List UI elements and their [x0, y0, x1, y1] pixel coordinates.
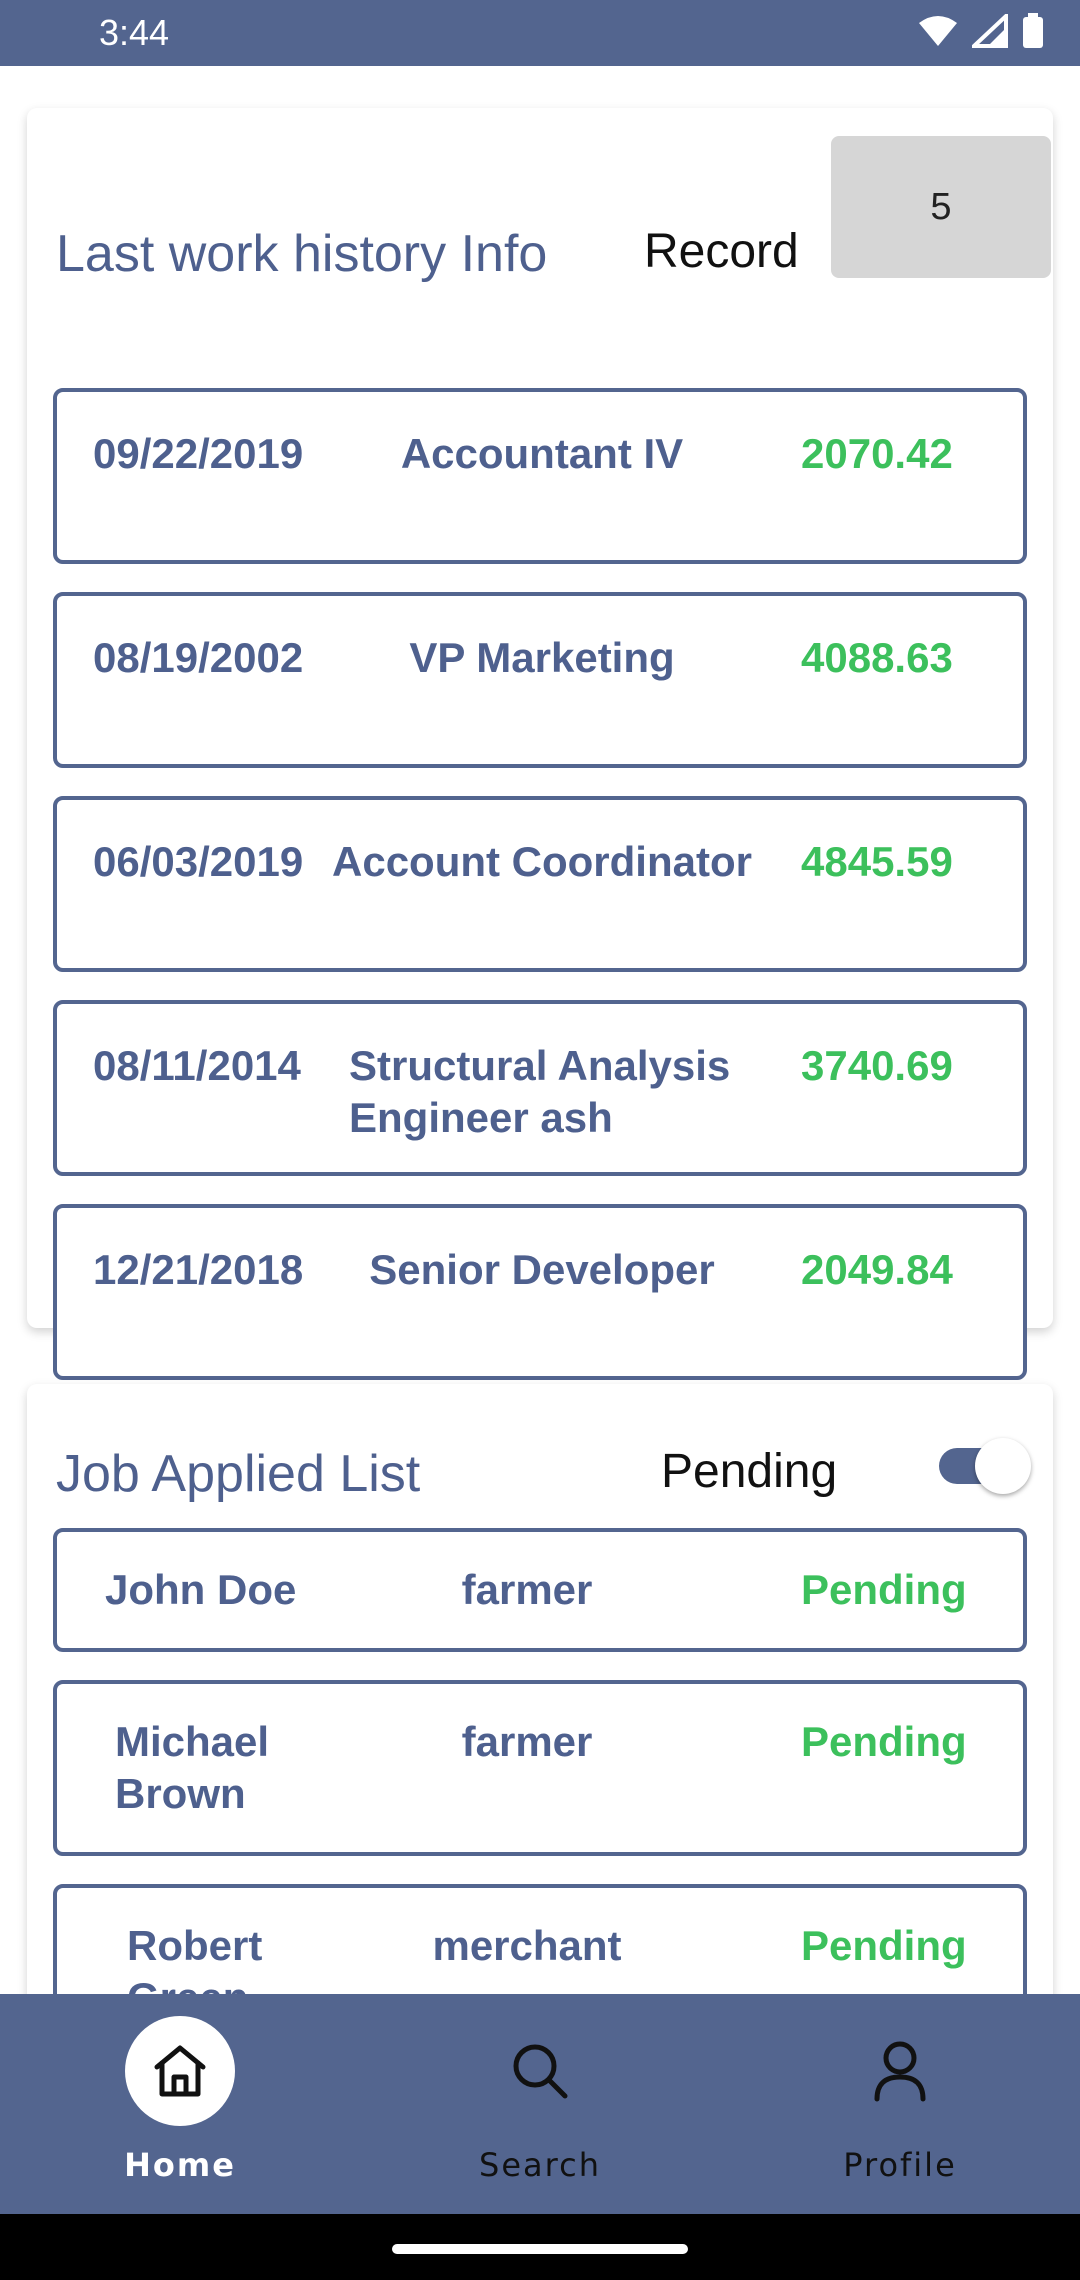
toggle-thumb	[975, 1438, 1031, 1494]
status-bar: 3:44	[0, 0, 1080, 66]
nav-profile[interactable]: Profile	[750, 1994, 1050, 2214]
main-content[interactable]: Last work history Info Record 5 09/22/20…	[0, 66, 1080, 1994]
job-status: Pending	[801, 1922, 967, 1969]
system-gesture-bar	[0, 2214, 1080, 2280]
job-title: merchant	[432, 1922, 622, 1969]
job-applied-card: Job Applied List Pending John Doe farmer…	[27, 1384, 1053, 1994]
status-time: 3:44	[99, 12, 170, 53]
history-row[interactable]: 08/11/2014 Structural Analysis Engineer …	[53, 1000, 1027, 1176]
history-date: 08/19/2002	[93, 634, 304, 681]
job-title: farmer	[461, 1718, 593, 1765]
search-icon	[485, 2016, 595, 2126]
history-position: Structural Analysis Engineer ash	[349, 1042, 731, 1141]
history-amount: 2070.42	[801, 430, 953, 477]
history-date: 12/21/2018	[93, 1246, 304, 1293]
history-date: 06/03/2019	[93, 838, 304, 885]
nav-search[interactable]: Search	[390, 1994, 690, 2214]
wifi-icon	[918, 14, 958, 53]
bottom-nav: Home Search Profile	[0, 1994, 1080, 2214]
history-amount: 4845.59	[801, 838, 953, 885]
history-row[interactable]: 08/19/2002 VP Marketing 4088.63	[53, 592, 1027, 768]
job-row[interactable]: John Doe farmer Pending	[53, 1528, 1027, 1652]
history-position: Accountant IV	[400, 430, 684, 477]
work-history-title: Last work history Info	[56, 225, 548, 283]
home-gesture-handle[interactable]	[392, 2244, 688, 2254]
job-title: farmer	[461, 1566, 593, 1613]
history-position: Account Coordinator	[332, 838, 752, 885]
job-row[interactable]: Robert Green merchant Pending	[53, 1884, 1027, 1994]
history-amount: 2049.84	[801, 1246, 953, 1293]
profile-icon	[845, 2016, 955, 2126]
history-position: VP Marketing	[409, 634, 675, 681]
record-label: Record	[644, 225, 799, 278]
job-applicant-name: John Doe	[105, 1566, 297, 1613]
job-row[interactable]: Michael Brown farmer Pending	[53, 1680, 1027, 1856]
work-history-card: Last work history Info Record 5 09/22/20…	[27, 108, 1053, 1380]
record-count-dropdown[interactable]: 5	[831, 136, 1051, 278]
battery-icon	[1022, 12, 1044, 54]
nav-home-label: Home	[124, 2146, 236, 2184]
history-row[interactable]: 09/22/2019 Accountant IV 2070.42	[53, 388, 1027, 564]
history-position: Senior Developer	[369, 1246, 715, 1293]
home-icon	[125, 2016, 235, 2126]
history-amount: 4088.63	[801, 634, 953, 681]
history-row[interactable]: 12/21/2018 Senior Developer 2049.84	[53, 1204, 1027, 1380]
job-applicant-name: Robert Green	[127, 1922, 263, 1994]
record-count-value: 5	[930, 185, 952, 228]
history-date: 09/22/2019	[93, 430, 304, 477]
job-applied-title: Job Applied List	[56, 1445, 421, 1503]
pending-toggle[interactable]	[939, 1436, 1031, 1496]
pending-filter-label: Pending	[661, 1445, 838, 1498]
nav-profile-label: Profile	[843, 2146, 957, 2184]
job-status: Pending	[801, 1718, 967, 1765]
history-date: 08/11/2014	[93, 1042, 301, 1089]
history-row[interactable]: 06/03/2019 Account Coordinator 4845.59	[53, 796, 1027, 972]
status-icons	[918, 10, 1044, 54]
job-applicant-name: Michael Brown	[115, 1718, 270, 1817]
job-status: Pending	[801, 1566, 967, 1613]
history-amount: 3740.69	[801, 1042, 953, 1089]
signal-icon	[968, 10, 1008, 53]
nav-home[interactable]: Home	[30, 1994, 330, 2214]
nav-search-label: Search	[479, 2146, 601, 2184]
